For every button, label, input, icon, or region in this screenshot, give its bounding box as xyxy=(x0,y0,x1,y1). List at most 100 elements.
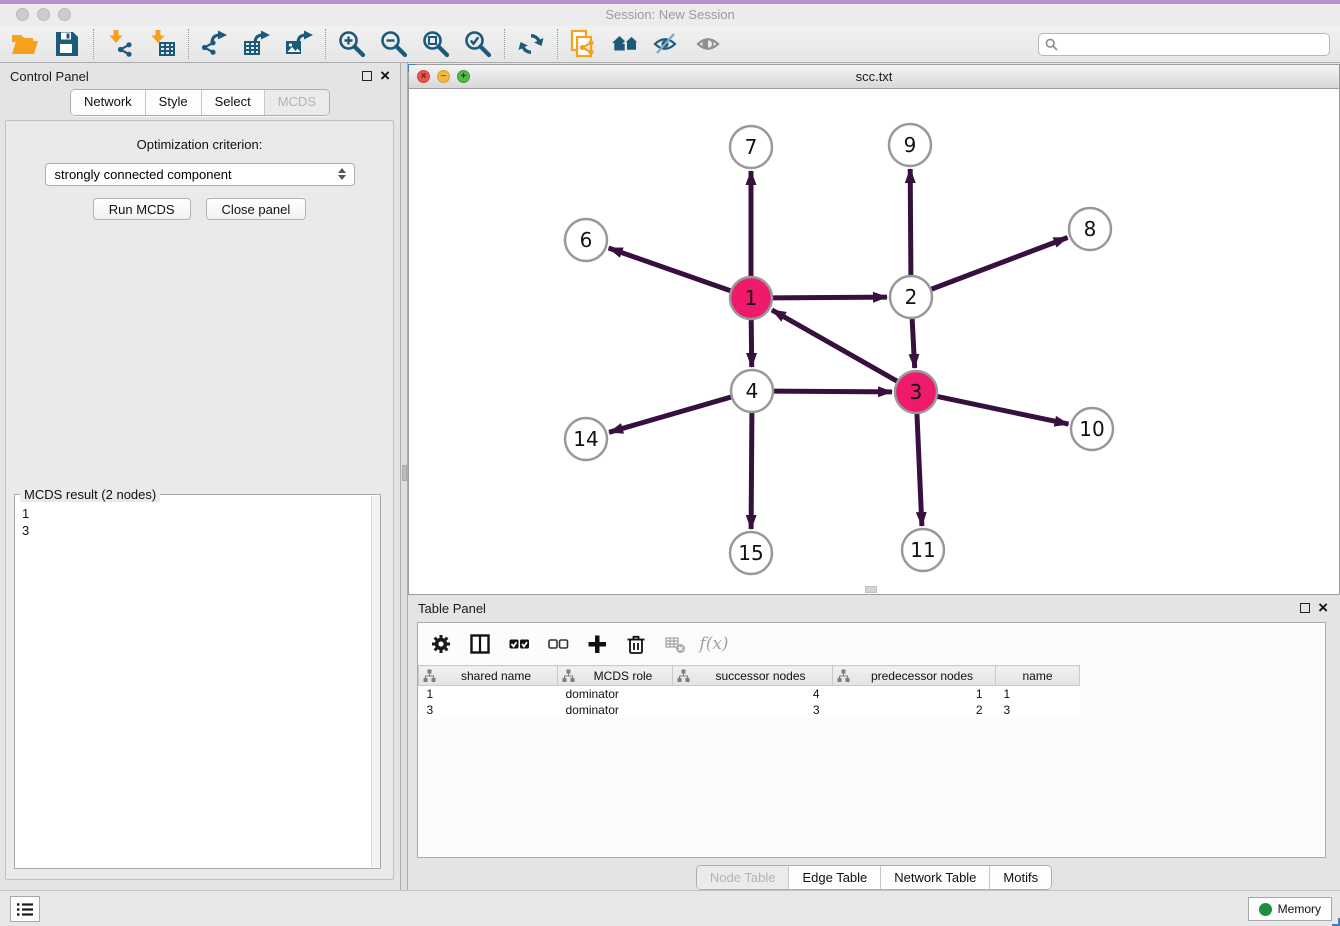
delete-column-icon[interactable] xyxy=(625,633,647,655)
memory-button[interactable]: Memory xyxy=(1248,897,1332,921)
search-input[interactable] xyxy=(1038,33,1330,56)
table-row[interactable]: 1dominator411 xyxy=(419,686,1080,702)
tab-network[interactable]: Network xyxy=(71,90,145,115)
svg-text:9: 9 xyxy=(904,133,917,157)
graph-edge-4-3[interactable] xyxy=(773,391,892,392)
column-header-name[interactable]: name xyxy=(996,666,1080,686)
table-panel: Table Panel × f(x) shared nameMCDS roles… xyxy=(408,596,1340,890)
export-table-icon[interactable] xyxy=(242,29,272,59)
column-header-predecessor-nodes[interactable]: predecessor nodes xyxy=(833,666,996,686)
cell-successor-nodes[interactable]: 3 xyxy=(673,702,833,718)
task-history-button[interactable] xyxy=(10,896,40,922)
result-scrollbar[interactable] xyxy=(371,496,380,867)
cell-name[interactable]: 1 xyxy=(996,686,1080,702)
close-panel-button[interactable]: Close panel xyxy=(206,198,307,220)
close-table-panel-icon[interactable]: × xyxy=(1318,603,1328,613)
tab-mcds[interactable]: MCDS xyxy=(264,90,329,115)
deselect-all-icon[interactable] xyxy=(547,633,569,655)
graph-edge-1-4[interactable] xyxy=(751,319,752,367)
graph-node-1[interactable]: 1 xyxy=(730,277,772,319)
graph-node-7[interactable]: 7 xyxy=(730,126,772,168)
table-row[interactable]: 3dominator323 xyxy=(419,702,1080,718)
cell-shared-name[interactable]: 1 xyxy=(419,686,558,702)
graph-edge-3-10[interactable] xyxy=(937,396,1069,424)
control-panel-header: Control Panel × xyxy=(0,63,400,89)
column-header-MCDS-role[interactable]: MCDS role xyxy=(558,666,673,686)
graph-node-11[interactable]: 11 xyxy=(902,529,944,571)
node-table[interactable]: shared nameMCDS rolesuccessor nodesprede… xyxy=(418,665,1080,718)
export-image-icon[interactable] xyxy=(284,29,314,59)
tab-style[interactable]: Style xyxy=(145,90,201,115)
tab-select[interactable]: Select xyxy=(201,90,264,115)
network-view-window: × − + scc.txt 7968124314101511 xyxy=(408,64,1340,595)
show-hide-columns-icon[interactable] xyxy=(469,633,491,655)
show-hidden-icon[interactable] xyxy=(695,29,725,59)
float-panel-icon[interactable] xyxy=(362,71,372,81)
create-column-icon[interactable] xyxy=(586,633,608,655)
svg-text:1: 1 xyxy=(745,286,758,310)
export-network-icon[interactable] xyxy=(200,29,230,59)
graph-node-8[interactable]: 8 xyxy=(1069,208,1111,250)
select-all-icon[interactable] xyxy=(508,633,530,655)
run-mcds-button[interactable]: Run MCDS xyxy=(93,198,191,220)
refresh-icon[interactable] xyxy=(516,29,546,59)
cell-MCDS-role[interactable]: dominator xyxy=(558,702,673,718)
graph-node-10[interactable]: 10 xyxy=(1071,408,1113,450)
import-table-icon[interactable] xyxy=(147,29,177,59)
graph-edge-3-11[interactable] xyxy=(917,413,922,526)
delete-table-icon xyxy=(664,633,686,655)
zoom-selected-icon[interactable] xyxy=(463,29,493,59)
graph-node-15[interactable]: 15 xyxy=(730,532,772,574)
cell-name[interactable]: 3 xyxy=(996,702,1080,718)
graph-edge-2-3[interactable] xyxy=(912,318,915,368)
open-session-icon[interactable] xyxy=(10,29,40,59)
float-table-panel-icon[interactable] xyxy=(1300,603,1310,613)
panel-splitter[interactable] xyxy=(400,63,408,890)
svg-text:8: 8 xyxy=(1084,217,1097,241)
graph-node-3[interactable]: 3 xyxy=(895,371,937,413)
canvas-splitter-grip[interactable] xyxy=(865,586,877,593)
home-view-icon[interactable] xyxy=(611,29,641,59)
save-session-icon[interactable] xyxy=(52,29,82,59)
resize-grip[interactable] xyxy=(1332,918,1340,926)
graph-node-9[interactable]: 9 xyxy=(889,124,931,166)
graph-node-4[interactable]: 4 xyxy=(731,370,773,412)
control-panel-title: Control Panel xyxy=(10,69,89,84)
table-tab-network-table[interactable]: Network Table xyxy=(880,866,989,889)
toolbar-separator xyxy=(325,29,326,59)
cell-shared-name[interactable]: 3 xyxy=(419,702,558,718)
import-network-icon[interactable] xyxy=(105,29,135,59)
graph-edge-4-14[interactable] xyxy=(609,397,732,433)
network-graph[interactable]: 7 9 6 8 1 2 4 3 14 10 15 11 xyxy=(409,89,1339,594)
splitter-grip[interactable] xyxy=(402,465,407,481)
graph-edge-2-9[interactable] xyxy=(910,169,911,276)
graph-node-6[interactable]: 6 xyxy=(565,219,607,261)
column-header-shared-name[interactable]: shared name xyxy=(419,666,558,686)
table-tab-node-table[interactable]: Node Table xyxy=(697,866,789,889)
cell-predecessor-nodes[interactable]: 1 xyxy=(833,686,996,702)
cell-successor-nodes[interactable]: 4 xyxy=(673,686,833,702)
table-mode-gear-icon[interactable] xyxy=(430,633,452,655)
zoom-out-icon[interactable] xyxy=(379,29,409,59)
graph-node-14[interactable]: 14 xyxy=(565,418,607,460)
table-tab-edge-table[interactable]: Edge Table xyxy=(788,866,880,889)
column-header-successor-nodes[interactable]: successor nodes xyxy=(673,666,833,686)
svg-text:4: 4 xyxy=(746,379,759,403)
close-panel-icon[interactable]: × xyxy=(380,71,390,81)
cell-predecessor-nodes[interactable]: 2 xyxy=(833,702,996,718)
zoom-in-icon[interactable] xyxy=(337,29,367,59)
zoom-fit-icon[interactable] xyxy=(421,29,451,59)
copy-network-icon[interactable] xyxy=(569,29,599,59)
graph-edge-1-6[interactable] xyxy=(609,248,732,291)
graph-edge-3-1[interactable] xyxy=(772,310,898,382)
cell-MCDS-role[interactable]: dominator xyxy=(558,686,673,702)
network-canvas[interactable]: 7 9 6 8 1 2 4 3 14 10 15 11 xyxy=(409,89,1339,594)
graph-edge-1-2[interactable] xyxy=(772,297,887,298)
graph-edge-2-8[interactable] xyxy=(931,238,1068,290)
graph-edge-4-15[interactable] xyxy=(751,412,752,529)
criterion-dropdown[interactable]: strongly connected component xyxy=(45,163,355,186)
graph-node-2[interactable]: 2 xyxy=(890,276,932,318)
svg-text:10: 10 xyxy=(1079,417,1104,441)
table-tab-motifs[interactable]: Motifs xyxy=(989,866,1051,889)
hide-selected-icon[interactable] xyxy=(653,29,683,59)
